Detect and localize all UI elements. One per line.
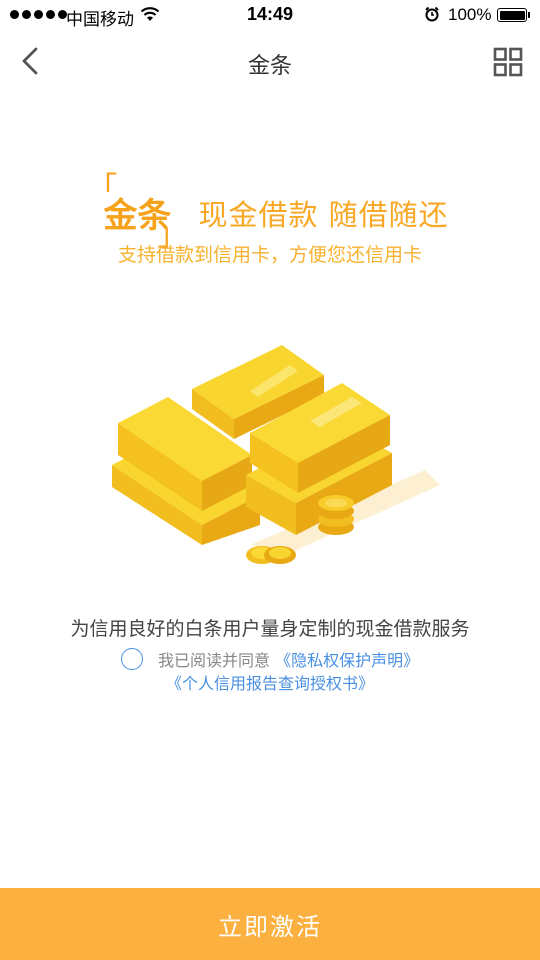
agreement-second-row: 《个人信用报告查询授权书》 <box>0 670 540 694</box>
brand-wrap: 「 金条 」 <box>87 174 187 251</box>
status-bar: 中国移动 14:49 100% <box>0 0 540 30</box>
nav-bar: 金条 <box>0 30 540 92</box>
gold-bars-illustration <box>112 345 440 564</box>
battery-percentage: 100% <box>448 5 492 24</box>
service-description: 为信用良好的白条用户量身定制的现金借款服务 <box>70 618 470 640</box>
activate-button[interactable]: 立即激活 <box>0 888 540 960</box>
agreement-row: 我已阅读并同意 《隐私权保护声明》 <box>0 647 540 671</box>
credit-report-authorization-link[interactable]: 《个人信用报告查询授权书》 <box>166 674 374 693</box>
agreement-prefix: 我已阅读并同意 <box>157 651 270 670</box>
grid-menu-button[interactable] <box>493 47 523 77</box>
privacy-policy-link[interactable]: 《隐私权保护声明》 <box>275 651 419 670</box>
agreement-checkbox[interactable] <box>120 648 143 670</box>
hero-headline: 「 金条 」 现金借款 随借随还 <box>0 174 540 251</box>
battery-icon <box>497 8 527 22</box>
brand-bracket-open: 「 <box>87 171 118 206</box>
battery-tip <box>528 12 530 18</box>
hero-slogan: 现金借款 随借随还 <box>198 197 449 232</box>
hero-subtitle: 支持借款到信用卡，方便您还信用卡 <box>117 244 422 266</box>
page-title: 金条 <box>247 54 292 79</box>
alarm-icon <box>425 6 439 22</box>
